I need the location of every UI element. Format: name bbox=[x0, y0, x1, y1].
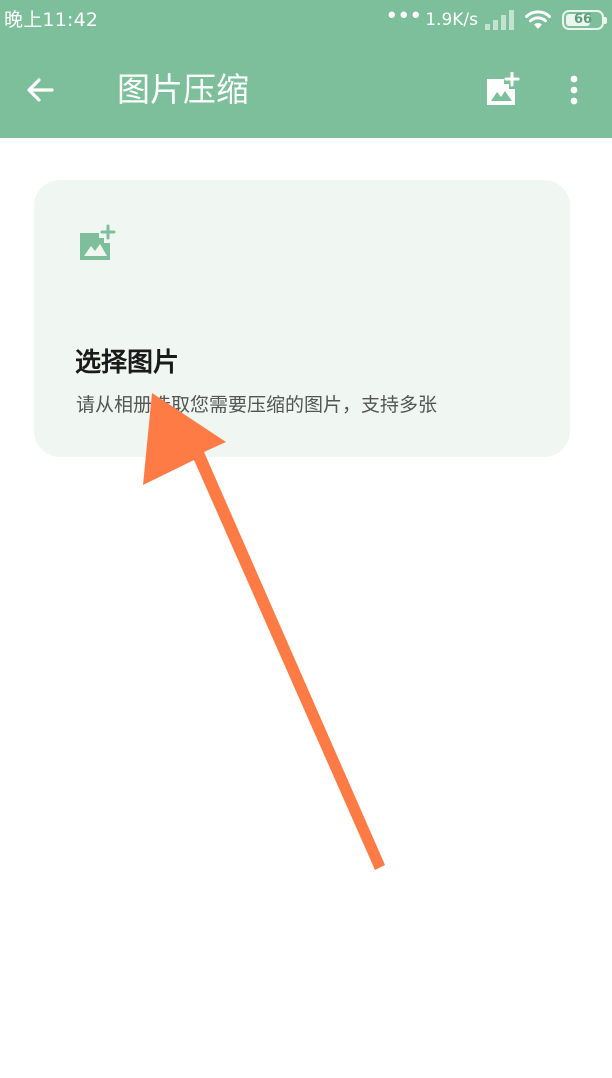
add-photo-icon bbox=[487, 72, 520, 105]
card-description: 请从相册选取您需要压缩的图片，支持多张 bbox=[76, 394, 438, 416]
add-photo-icon bbox=[80, 224, 116, 260]
app-header: 晚上11:42 ••• 1.9K/s 66 图片压缩 bbox=[0, 0, 612, 138]
add-image-button[interactable] bbox=[482, 70, 522, 110]
battery-icon: 66 bbox=[562, 10, 607, 30]
card-title: 选择图片 bbox=[75, 348, 180, 378]
wifi-icon bbox=[525, 10, 551, 29]
select-image-card[interactable]: 选择图片 请从相册选取您需要压缩的图片，支持多张 bbox=[34, 180, 570, 457]
page-title: 图片压缩 bbox=[117, 70, 249, 109]
notification-dots: ••• bbox=[385, 4, 422, 29]
arrow-left-icon bbox=[27, 78, 54, 102]
battery-level: 66 bbox=[573, 12, 593, 27]
status-time: 晚上11:42 bbox=[4, 9, 99, 31]
status-indicators: ••• 1.9K/s 66 bbox=[385, 4, 607, 34]
back-button[interactable] bbox=[20, 70, 60, 110]
signal-icon bbox=[485, 10, 514, 30]
status-bar: 晚上11:42 ••• 1.9K/s 66 bbox=[0, 0, 612, 42]
more-vert-icon bbox=[570, 75, 578, 105]
annotation-arrow bbox=[143, 393, 385, 870]
network-speed: 1.9K/s bbox=[425, 10, 478, 30]
more-options-button[interactable] bbox=[556, 70, 592, 110]
